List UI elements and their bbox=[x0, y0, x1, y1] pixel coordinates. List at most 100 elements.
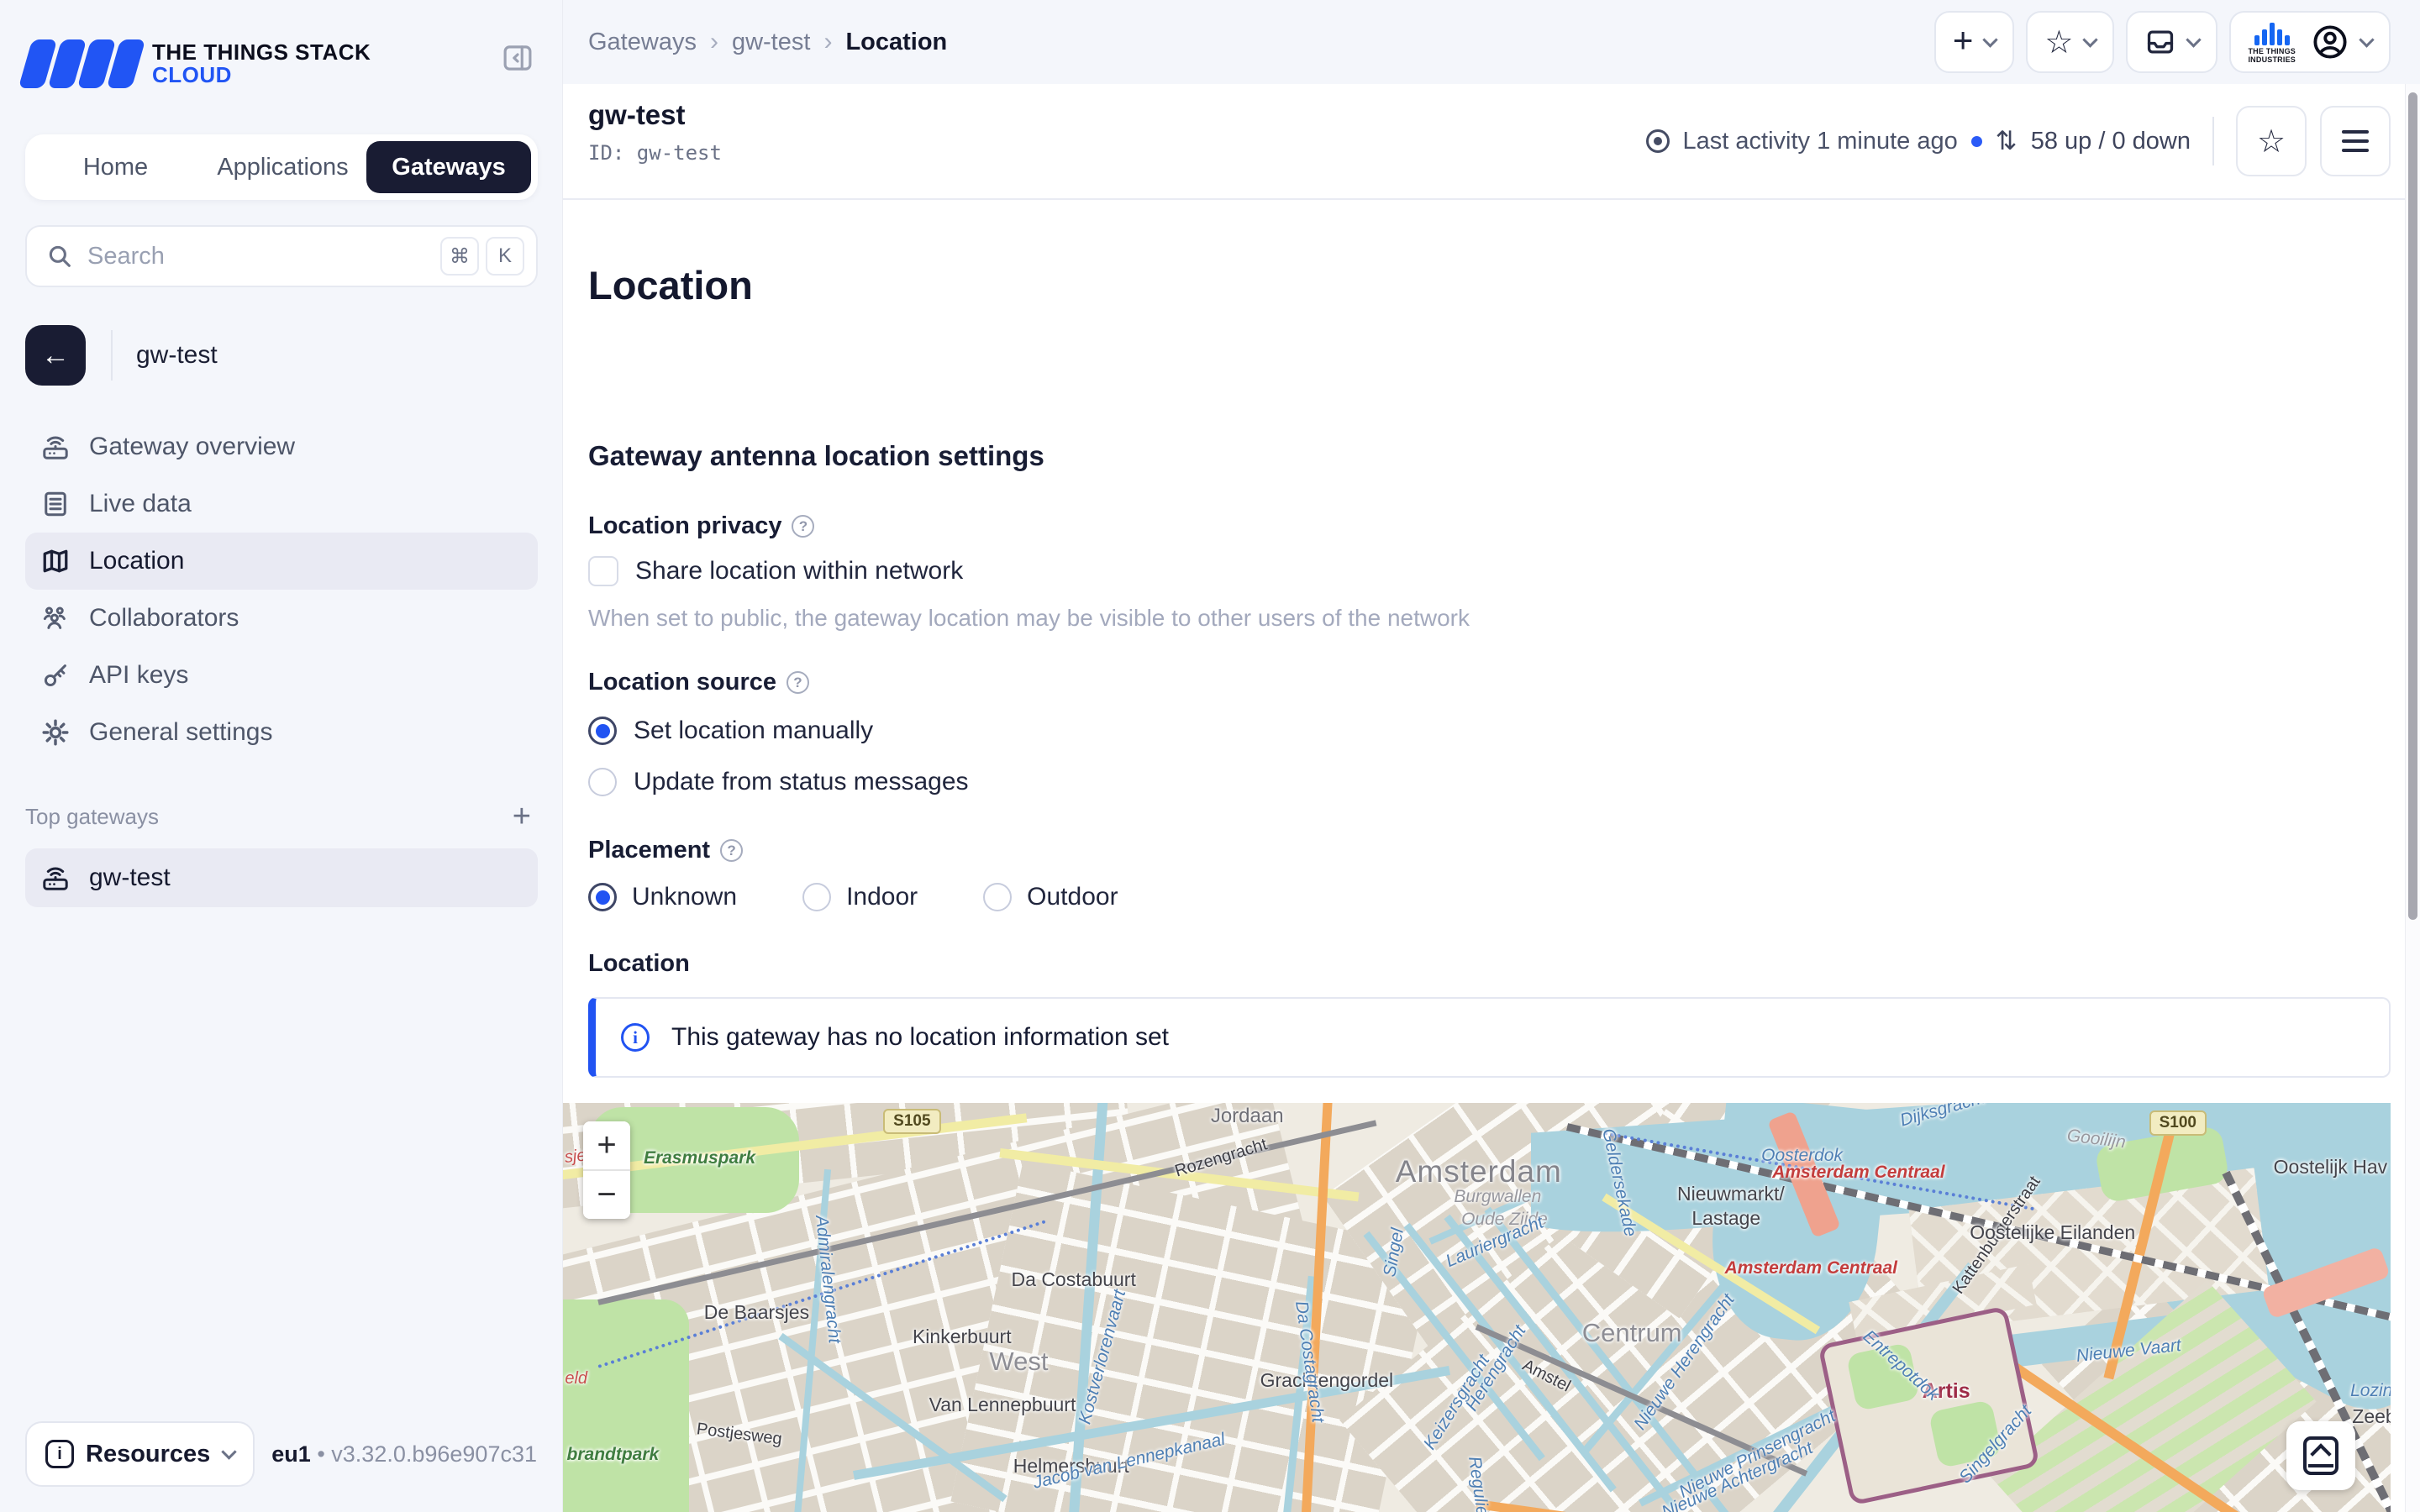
gateway-icon bbox=[43, 867, 68, 890]
radio-placement-outdoor[interactable] bbox=[983, 883, 1013, 911]
breadcrumb-gateways[interactable]: Gateways bbox=[588, 29, 697, 56]
chevron-down-icon bbox=[2186, 31, 2202, 48]
chevron-down-icon bbox=[221, 1443, 238, 1460]
star-icon: ☆ bbox=[2044, 24, 2074, 60]
placement-label: Placement ? bbox=[588, 837, 744, 864]
resources-label: Resources bbox=[86, 1440, 211, 1467]
map-label-rozengracht: Rozengracht bbox=[1173, 1134, 1270, 1181]
map-label-burgwallen: Burgwallen bbox=[1454, 1186, 1542, 1206]
page-scrollbar[interactable] bbox=[2405, 84, 2420, 1512]
map-label-reguliersgracht: Reguliersgracht bbox=[1464, 1455, 1501, 1512]
add-entity-button[interactable]: + bbox=[1933, 11, 2015, 73]
chevron-down-icon bbox=[2359, 31, 2375, 48]
tab-gateways[interactable]: Gateways bbox=[366, 141, 531, 193]
gear-icon bbox=[42, 719, 69, 746]
menu-icon bbox=[2342, 130, 2369, 152]
breadcrumb-gw-test[interactable]: gw-test bbox=[732, 29, 810, 56]
people-icon bbox=[43, 606, 66, 629]
map-label-brandtpark: brandtpark bbox=[566, 1444, 660, 1464]
map-label-dijksgracht: Dijksgracht bbox=[1897, 1103, 1987, 1131]
map[interactable]: Erasmuspark sjes S105 Jordaan Rozengracht Ams… bbox=[561, 1103, 2391, 1512]
share-location-label: Share location within network bbox=[635, 557, 964, 585]
sidebar: THE THINGS STACK CLOUD Home Applications… bbox=[0, 0, 563, 1512]
radio-label: Set location manually bbox=[634, 717, 874, 744]
cluster-version: eu1 • v3.32.0.b96e907c31 bbox=[271, 1441, 537, 1467]
back-button[interactable]: ← bbox=[25, 325, 86, 386]
entity-header: gw-test ID: gw-test Last activity 1 minu… bbox=[563, 84, 2420, 200]
help-icon[interactable]: ? bbox=[792, 515, 815, 538]
sidebar-item-collaborators[interactable]: Collaborators bbox=[25, 590, 538, 647]
map-attribution-button[interactable] bbox=[2286, 1421, 2355, 1490]
map-label-amsterdam-centraal: Amsterdam Centraal bbox=[1772, 1162, 1945, 1182]
map-icon bbox=[43, 549, 68, 573]
tab-applications[interactable]: Applications bbox=[199, 141, 366, 193]
map-label-lastage: Lastage bbox=[1691, 1207, 1761, 1230]
notice-text: This gateway has no location information… bbox=[671, 1023, 1169, 1051]
sidebar-item-label: Gateway overview bbox=[89, 433, 296, 460]
map-labels: Erasmuspark sjes S105 Jordaan Rozengracht Ams… bbox=[561, 1103, 2391, 1512]
map-label-erasmuspark: Erasmuspark bbox=[643, 1147, 756, 1168]
sidebar-item-general-settings[interactable]: General settings bbox=[25, 704, 538, 761]
sidebar-collapse-icon[interactable] bbox=[498, 39, 537, 77]
map-label-singelgracht: Singelgracht bbox=[1954, 1401, 2035, 1488]
scrollbar-thumb[interactable] bbox=[2408, 92, 2417, 920]
radio-label: Indoor bbox=[846, 883, 918, 911]
help-icon[interactable]: ? bbox=[786, 671, 809, 694]
bookmark-gateway-button[interactable]: ☆ bbox=[2236, 106, 2307, 176]
divider bbox=[111, 330, 113, 381]
map-label-van-lennepbuurt: Van Lennepbuurt bbox=[929, 1393, 1076, 1415]
info-icon: i bbox=[45, 1440, 74, 1468]
sidebar-item-gateway-overview[interactable]: Gateway overview bbox=[25, 418, 538, 475]
radio-set-location-manually[interactable] bbox=[588, 717, 617, 745]
map-label-da-costabuurt: Da Costabuurt bbox=[1011, 1268, 1136, 1291]
account-menu-button[interactable]: THE THINGS INDUSTRIES bbox=[2229, 11, 2391, 73]
search-icon bbox=[49, 245, 71, 267]
zoom-in-button[interactable]: + bbox=[583, 1121, 630, 1169]
sidebar-item-label: Live data bbox=[89, 490, 192, 517]
chevron-down-icon bbox=[2082, 31, 2099, 48]
sidebar-item-label: Location bbox=[89, 547, 185, 575]
search-box: ⌘ K bbox=[25, 225, 538, 287]
resources-button[interactable]: i Resources bbox=[25, 1421, 255, 1487]
map-zoom-control: + − bbox=[583, 1121, 630, 1219]
map-label-nieuwmarkt-: Nieuwmarkt/ bbox=[1676, 1182, 1785, 1205]
entity-id: ID: gw-test bbox=[588, 141, 722, 165]
sidebar-item-api-keys[interactable]: API keys bbox=[25, 647, 538, 704]
map-label-amsterdam: Amsterdam bbox=[1395, 1153, 1562, 1189]
entity-name: gw-test bbox=[136, 341, 218, 369]
help-icon[interactable]: ? bbox=[720, 839, 744, 862]
map-attribution-icon bbox=[2303, 1436, 2338, 1475]
sidebar-item-label: API keys bbox=[89, 661, 189, 689]
map-label-oostelijke-eilanden: Oostelijke Eilanden bbox=[1970, 1221, 2136, 1244]
page-title: Location bbox=[588, 263, 753, 307]
notifications-button[interactable] bbox=[2126, 11, 2218, 73]
kbd-k: K bbox=[486, 237, 524, 276]
sidebar-item-live-data[interactable]: Live data bbox=[25, 475, 538, 533]
map-label-grachtengordel: Grachtengordel bbox=[1260, 1368, 1394, 1391]
sidebar-item-label: General settings bbox=[89, 718, 273, 746]
map-label-centrum: Centrum bbox=[1581, 1317, 1682, 1347]
zoom-out-button[interactable]: − bbox=[583, 1171, 630, 1219]
radio-placement-indoor[interactable] bbox=[802, 883, 832, 911]
search-input[interactable] bbox=[87, 242, 434, 270]
share-location-checkbox[interactable] bbox=[588, 556, 618, 586]
things-industries-logo: THE THINGS INDUSTRIES bbox=[2248, 20, 2296, 65]
activity-icon bbox=[1645, 129, 1670, 153]
map-label-admiralengracht: Admiralengracht bbox=[812, 1214, 845, 1344]
entity-menu-button[interactable] bbox=[2320, 106, 2391, 176]
sidebar-item-gw-test[interactable]: gw-test bbox=[25, 848, 538, 907]
things-stack-logo-icon bbox=[18, 39, 146, 88]
tab-home[interactable]: Home bbox=[32, 141, 199, 193]
map-label-s100: S100 bbox=[2149, 1110, 2207, 1136]
radio-update-from-status[interactable] bbox=[588, 768, 617, 796]
add-gateway-button[interactable]: + bbox=[506, 799, 538, 835]
map-label-nieuwe-vaart: Nieuwe Vaart bbox=[2075, 1335, 2182, 1366]
radio-placement-unknown[interactable] bbox=[588, 883, 617, 911]
user-avatar-icon bbox=[2313, 25, 2347, 59]
map-label-s105: S105 bbox=[883, 1109, 941, 1135]
map-label-kostverlorenvaart: Kostverlorenvaart bbox=[1075, 1288, 1129, 1426]
sidebar-item-location[interactable]: Location bbox=[25, 533, 538, 590]
activity-dot bbox=[1970, 135, 1982, 147]
bookmarks-button[interactable]: ☆ bbox=[2026, 11, 2115, 73]
map-label-de-baarsjes: De Baarsjes bbox=[703, 1301, 810, 1324]
